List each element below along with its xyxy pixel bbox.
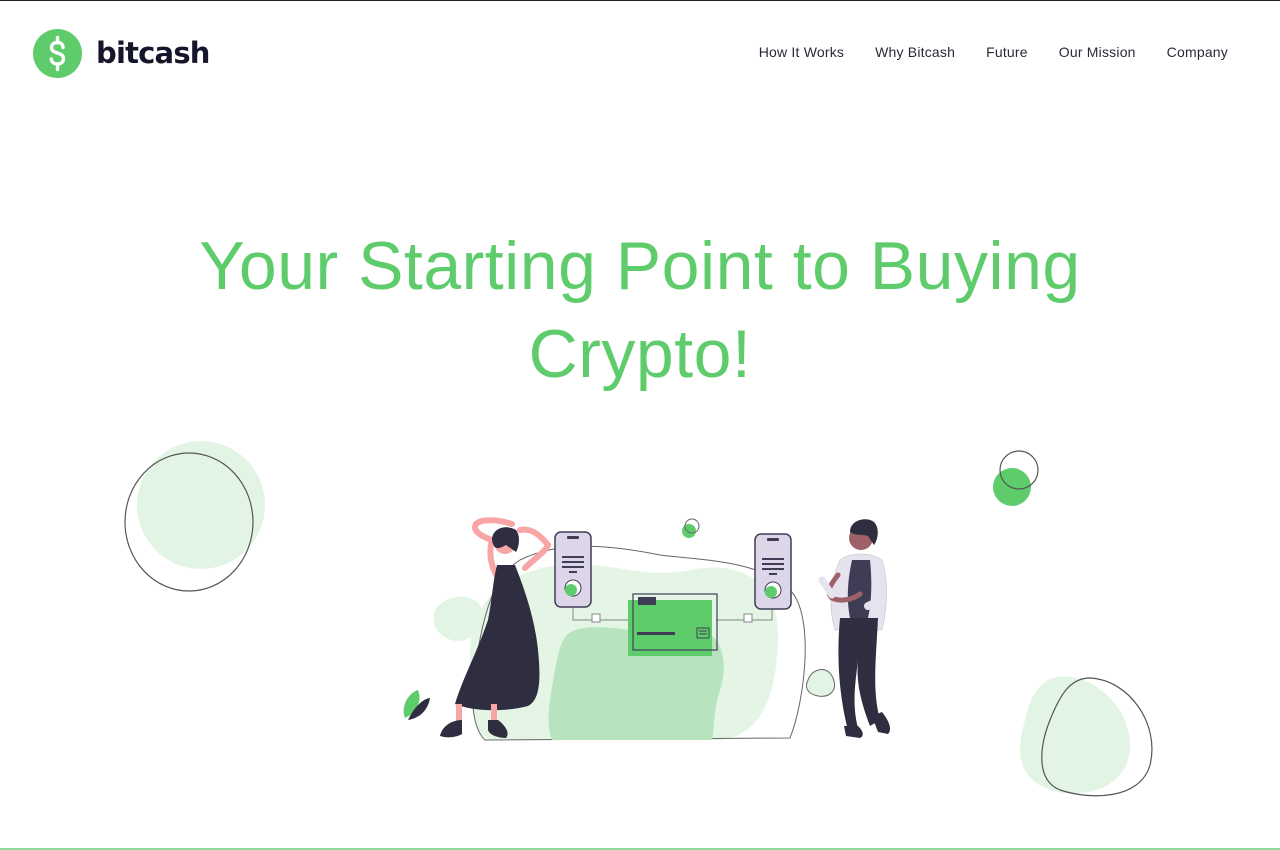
main-nav: How It Works Why Bitcash Future Our Miss… — [759, 44, 1228, 60]
brand-name: bitcash — [96, 36, 210, 70]
phone-icon — [554, 531, 592, 608]
decor-blob-small-right — [805, 669, 835, 697]
hero-title: Your Starting Point to Buying Crypto! — [199, 228, 1081, 392]
nav-item-our-mission[interactable]: Our Mission — [1059, 44, 1136, 60]
leaf-icon — [403, 690, 430, 720]
site-header: bitcash How It Works Why Bitcash Future … — [0, 0, 1280, 105]
man-figure — [818, 519, 890, 738]
nav-item-future[interactable]: Future — [986, 44, 1028, 60]
brand-logo[interactable]: bitcash — [33, 28, 210, 78]
nav-item-company[interactable]: Company — [1167, 44, 1228, 60]
card-icon — [628, 593, 718, 656]
nav-item-how-it-works[interactable]: How It Works — [759, 44, 844, 60]
decor-circle-top-right — [993, 450, 1039, 506]
hero-illustration — [124, 441, 1153, 797]
phone-icon-right — [754, 533, 792, 610]
decor-dot-center — [682, 518, 700, 538]
decor-blob-bottom-right — [1020, 676, 1153, 797]
nav-item-why-bitcash[interactable]: Why Bitcash — [875, 44, 955, 60]
dollar-icon — [33, 28, 82, 78]
decor-circle-left — [124, 441, 265, 592]
